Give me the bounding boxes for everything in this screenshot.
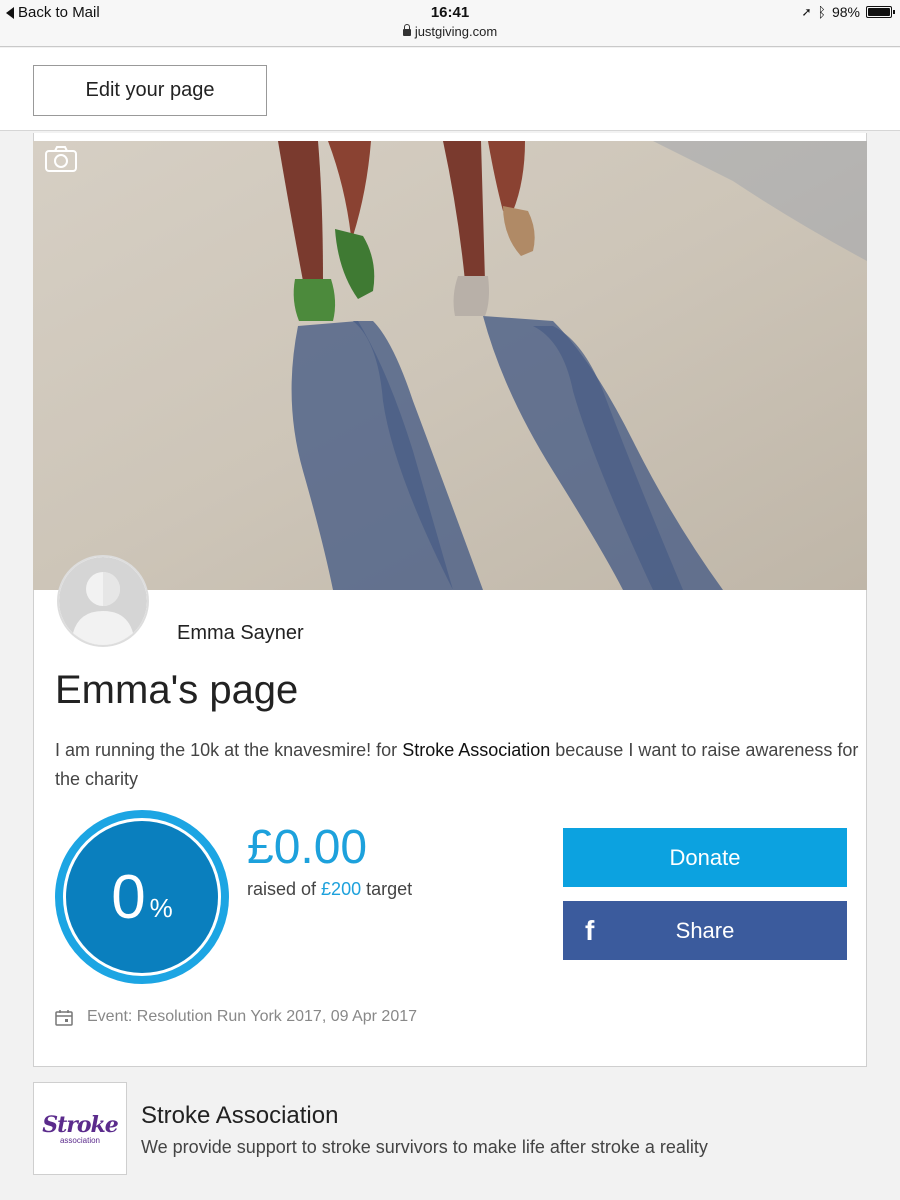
target-amount: £200 bbox=[321, 879, 362, 899]
edit-page-button[interactable]: Edit your page bbox=[33, 65, 267, 116]
charity-logo[interactable]: Stroke association bbox=[33, 1082, 127, 1175]
battery-level bbox=[868, 8, 890, 16]
battery-percent: 98% bbox=[831, 4, 860, 20]
clock: 16:41 bbox=[430, 4, 470, 21]
camera-icon[interactable] bbox=[45, 146, 77, 172]
story-text: I am running the 10k at the knavesmire! … bbox=[55, 740, 403, 760]
calendar-icon bbox=[55, 1009, 73, 1026]
cover-photo bbox=[33, 141, 867, 590]
url-bar[interactable]: justgiving.com bbox=[0, 24, 900, 39]
user-placeholder-icon bbox=[59, 557, 147, 645]
share-button[interactable]: f Share bbox=[563, 901, 847, 960]
share-label: Share bbox=[675, 917, 735, 943]
charity-description: We provide support to stroke survivors t… bbox=[141, 1137, 708, 1157]
percent-sign: % bbox=[149, 892, 173, 923]
charity-link[interactable]: Stroke Association bbox=[402, 740, 550, 760]
charity-logo-word: Stroke bbox=[42, 1112, 119, 1138]
charity-name[interactable]: Stroke Association bbox=[141, 1102, 338, 1130]
owner-name: Emma Sayner bbox=[177, 622, 304, 644]
donate-button[interactable]: Donate bbox=[563, 828, 847, 887]
page-title: Emma's page bbox=[55, 668, 299, 712]
location-arrow-icon: ➚ bbox=[801, 5, 812, 19]
event-text: Event: Resolution Run York 2017, 09 Apr … bbox=[87, 1008, 418, 1025]
facebook-icon: f bbox=[585, 915, 595, 946]
target-suffix: target bbox=[361, 879, 413, 899]
edit-toolbar: Edit your page bbox=[0, 48, 900, 131]
progress-percentage: 0 % bbox=[55, 810, 229, 984]
charity-logo-sub: association bbox=[59, 1136, 101, 1145]
event-info: Event: Resolution Run York 2017, 09 Apr … bbox=[55, 1008, 417, 1026]
battery-icon bbox=[866, 6, 895, 18]
target-text: raised of £200 target bbox=[247, 879, 412, 900]
avatar bbox=[57, 555, 149, 647]
amount-raised: £0.00 bbox=[247, 821, 368, 874]
percent-value: 0 bbox=[111, 862, 146, 932]
page-story: I am running the 10k at the knavesmire! … bbox=[55, 736, 860, 794]
status-bar: Back to Mail 16:41 justgiving.com ➚ ᛒ 98… bbox=[0, 0, 900, 47]
target-prefix: raised of bbox=[247, 879, 322, 899]
lock-icon bbox=[402, 24, 411, 36]
url-text: justgiving.com bbox=[414, 24, 498, 39]
bluetooth-icon: ᛒ bbox=[817, 4, 826, 20]
status-indicators: ➚ ᛒ 98% bbox=[801, 4, 895, 20]
